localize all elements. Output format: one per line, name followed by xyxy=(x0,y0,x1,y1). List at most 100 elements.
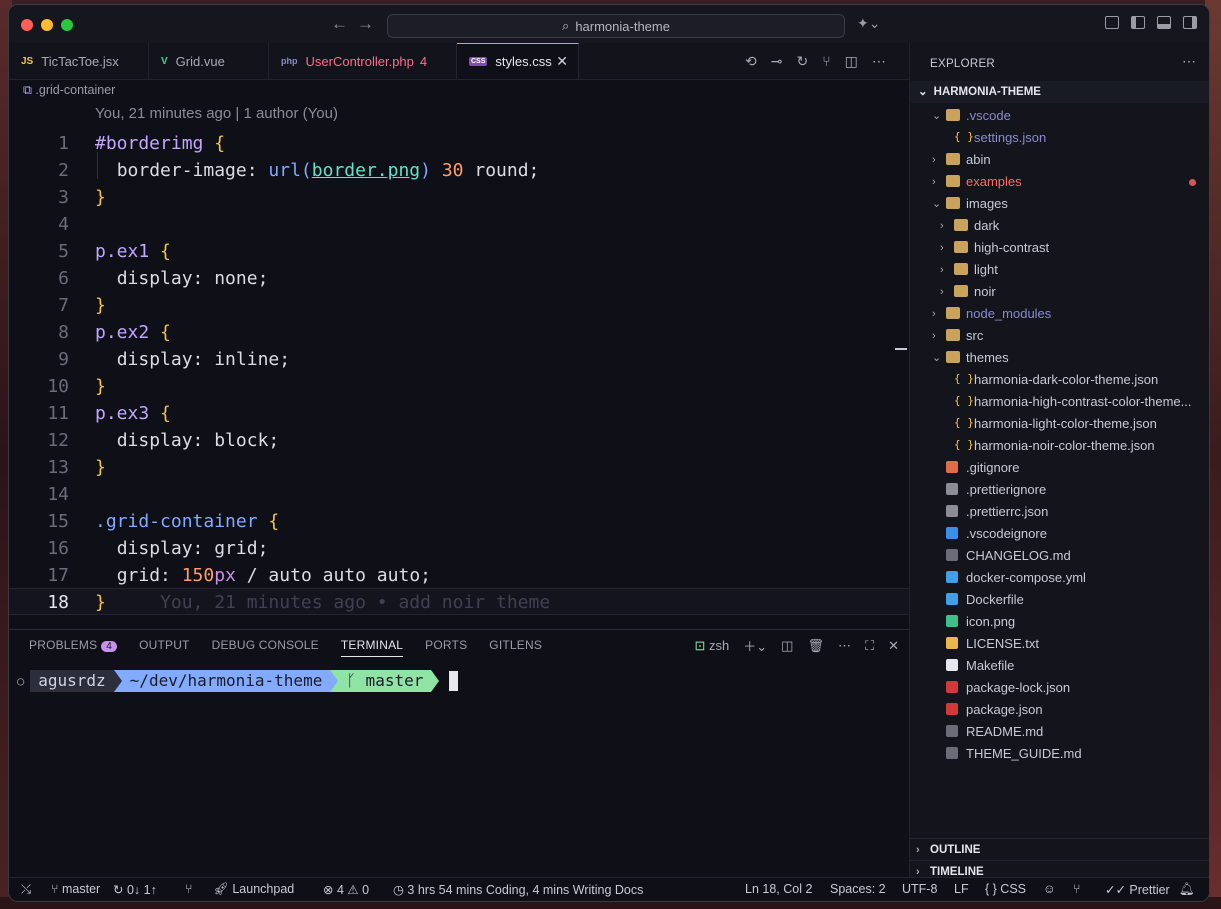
tab-usercontroller[interactable]: php UserController.php 4 xyxy=(269,43,457,79)
tab-grid-vue[interactable]: V Grid.vue xyxy=(149,43,269,79)
tree-item[interactable]: docker-compose.yml xyxy=(910,567,1209,589)
gitlens-icon[interactable]: ⑂ xyxy=(822,53,830,70)
git-compare-icon[interactable]: ⟲ xyxy=(745,53,757,70)
tree-item[interactable]: › node_modules xyxy=(910,303,1209,325)
tree-item[interactable]: Dockerfile xyxy=(910,589,1209,611)
folder-icon xyxy=(946,197,960,209)
tree-item[interactable]: ⌄ .vscode xyxy=(910,105,1209,127)
tree-item[interactable]: package-lock.json xyxy=(910,677,1209,699)
tab-terminal[interactable]: TERMINAL xyxy=(340,638,404,657)
tree-item[interactable]: › dark xyxy=(910,215,1209,237)
git-commit-icon[interactable]: ⊸ xyxy=(771,53,783,70)
indentation[interactable]: Spaces: 2 xyxy=(830,882,886,896)
gitlens-icon[interactable]: ⑂ xyxy=(1073,882,1081,896)
pull-request-icon[interactable]: ⑂ xyxy=(185,882,193,896)
tree-item[interactable]: .gitignore xyxy=(910,457,1209,479)
toggle-panel-icon[interactable] xyxy=(1157,16,1171,29)
tree-item[interactable]: package.json xyxy=(910,699,1209,721)
customize-layout-icon[interactable] xyxy=(1105,16,1119,29)
tree-item[interactable]: Makefile xyxy=(910,655,1209,677)
tree-item[interactable]: CHANGELOG.md xyxy=(910,545,1209,567)
tree-item[interactable]: LICENSE.txt xyxy=(910,633,1209,655)
tree-item[interactable]: { } settings.json xyxy=(910,127,1209,149)
tree-item-label: icon.png xyxy=(966,614,1016,629)
breadcrumb[interactable]: ⧉ .grid-container xyxy=(23,83,115,98)
tree-item[interactable]: { } harmonia-light-color-theme.json xyxy=(910,413,1209,435)
outline-section[interactable]: › OUTLINE xyxy=(910,838,1209,860)
tree-item[interactable]: .prettierrc.json xyxy=(910,501,1209,523)
tree-item-label: .vscode xyxy=(966,108,1011,123)
branch-icon: ⑂ xyxy=(51,882,59,896)
tab-gitlens[interactable]: GITLENS xyxy=(489,638,542,657)
terminal-shell-selector[interactable]: ⊡ zsh xyxy=(695,638,730,654)
encoding[interactable]: UTF-8 xyxy=(902,882,937,896)
tab-tictactoe[interactable]: JS TicTacToe.jsx xyxy=(9,43,149,79)
command-center-search[interactable]: ⌕ harmonia-theme xyxy=(387,14,845,38)
remote-icon[interactable]: ⤯ xyxy=(21,882,31,897)
more-actions-icon[interactable]: ⋯ xyxy=(1182,53,1196,70)
tab-ports[interactable]: PORTS xyxy=(425,638,467,657)
maximize-window-button[interactable] xyxy=(61,19,73,31)
more-actions-icon[interactable]: ⋯ xyxy=(872,53,886,70)
explorer-root-folder[interactable]: ⌄ HARMONIA-THEME xyxy=(910,81,1209,103)
tree-item[interactable]: THEME_GUIDE.md xyxy=(910,743,1209,765)
end-of-line[interactable]: LF xyxy=(954,882,969,896)
minimize-window-button[interactable] xyxy=(41,19,53,31)
tree-item-label: harmonia-light-color-theme.json xyxy=(974,416,1157,431)
toggle-secondary-sidebar-icon[interactable] xyxy=(1183,16,1197,29)
maximize-panel-icon[interactable]: ⛶ xyxy=(865,638,874,654)
language-mode[interactable]: { } CSS xyxy=(985,882,1026,896)
branch-status[interactable]: ⑂ master xyxy=(51,882,100,896)
forward-arrow-icon[interactable]: → xyxy=(357,14,374,34)
tree-item[interactable]: › src xyxy=(910,325,1209,347)
wakatime-status[interactable]: ◷ 3 hrs 54 mins Coding, 4 mins Writing D… xyxy=(393,882,643,897)
close-tab-icon[interactable]: ✕ xyxy=(556,53,568,70)
git-next-icon[interactable]: ↻ xyxy=(796,53,808,70)
cursor-position[interactable]: Ln 18, Col 2 xyxy=(745,882,812,896)
tree-item[interactable]: { } harmonia-noir-color-theme.json xyxy=(910,435,1209,457)
prettier-status[interactable]: ✓✓ Prettier xyxy=(1105,882,1170,897)
tree-item[interactable]: › examples xyxy=(910,171,1209,193)
terminal-prompt[interactable]: ○ agusrdz ~/dev/harmonia-theme ᚴ master xyxy=(17,670,459,692)
tree-item[interactable]: › high-contrast xyxy=(910,237,1209,259)
tree-item[interactable]: › noir xyxy=(910,281,1209,303)
tree-item[interactable]: { } harmonia-high-contrast-color-theme... xyxy=(910,391,1209,413)
close-window-button[interactable] xyxy=(21,19,33,31)
tab-output[interactable]: OUTPUT xyxy=(139,638,190,657)
tree-item[interactable]: icon.png xyxy=(910,611,1209,633)
tree-item[interactable]: .prettierignore xyxy=(910,479,1209,501)
tree-item[interactable]: { } harmonia-dark-color-theme.json xyxy=(910,369,1209,391)
launchpad-status[interactable]: 🚀︎ Launchpad xyxy=(213,882,294,897)
tree-item-label: Makefile xyxy=(966,658,1015,673)
tree-item-label: dark xyxy=(974,218,1000,233)
close-panel-icon[interactable]: ✕ xyxy=(888,638,899,654)
more-actions-icon[interactable]: ⋯ xyxy=(838,638,851,654)
search-text: harmonia-theme xyxy=(575,18,670,34)
tab-debug-console[interactable]: DEBUG CONSOLE xyxy=(212,638,319,657)
codelens-blame[interactable]: You, 21 minutes ago | 1 author (You) xyxy=(95,105,338,122)
toggle-primary-sidebar-icon[interactable] xyxy=(1131,16,1145,29)
tab-problems[interactable]: PROBLEMS 4 xyxy=(29,638,118,657)
copilot-icon[interactable]: ✦⌄ xyxy=(857,15,880,32)
tree-item[interactable]: › light xyxy=(910,259,1209,281)
bell-icon[interactable]: 🔔︎ xyxy=(1179,882,1195,897)
back-arrow-icon[interactable]: ← xyxy=(331,14,348,34)
problems-status[interactable]: ⊗ 4 ⚠ 0 xyxy=(323,882,369,897)
sync-status[interactable]: ↻ 0↓ 1↑ xyxy=(113,882,157,897)
new-terminal-icon[interactable]: ＋⌄ xyxy=(743,636,767,655)
tab-styles-css[interactable]: CSS styles.css ✕ xyxy=(457,43,579,79)
trash-icon[interactable]: 🗑︎ xyxy=(807,638,824,654)
file-icon xyxy=(946,549,958,561)
split-terminal-icon[interactable]: ◫ xyxy=(781,638,793,654)
tree-item[interactable]: ⌄ themes xyxy=(910,347,1209,369)
split-editor-icon[interactable]: ◫ xyxy=(845,53,858,70)
tree-item[interactable]: README.md xyxy=(910,721,1209,743)
chevron-right-icon: › xyxy=(940,220,944,232)
tree-item[interactable]: .vscodeignore xyxy=(910,523,1209,545)
file-icon xyxy=(946,747,958,759)
tree-item[interactable]: ⌄ images xyxy=(910,193,1209,215)
scrollbar-indicator[interactable] xyxy=(895,348,907,350)
copilot-icon[interactable]: ☺ xyxy=(1043,882,1056,896)
tree-item-label: .prettierrc.json xyxy=(966,504,1049,519)
tree-item[interactable]: › abin xyxy=(910,149,1209,171)
